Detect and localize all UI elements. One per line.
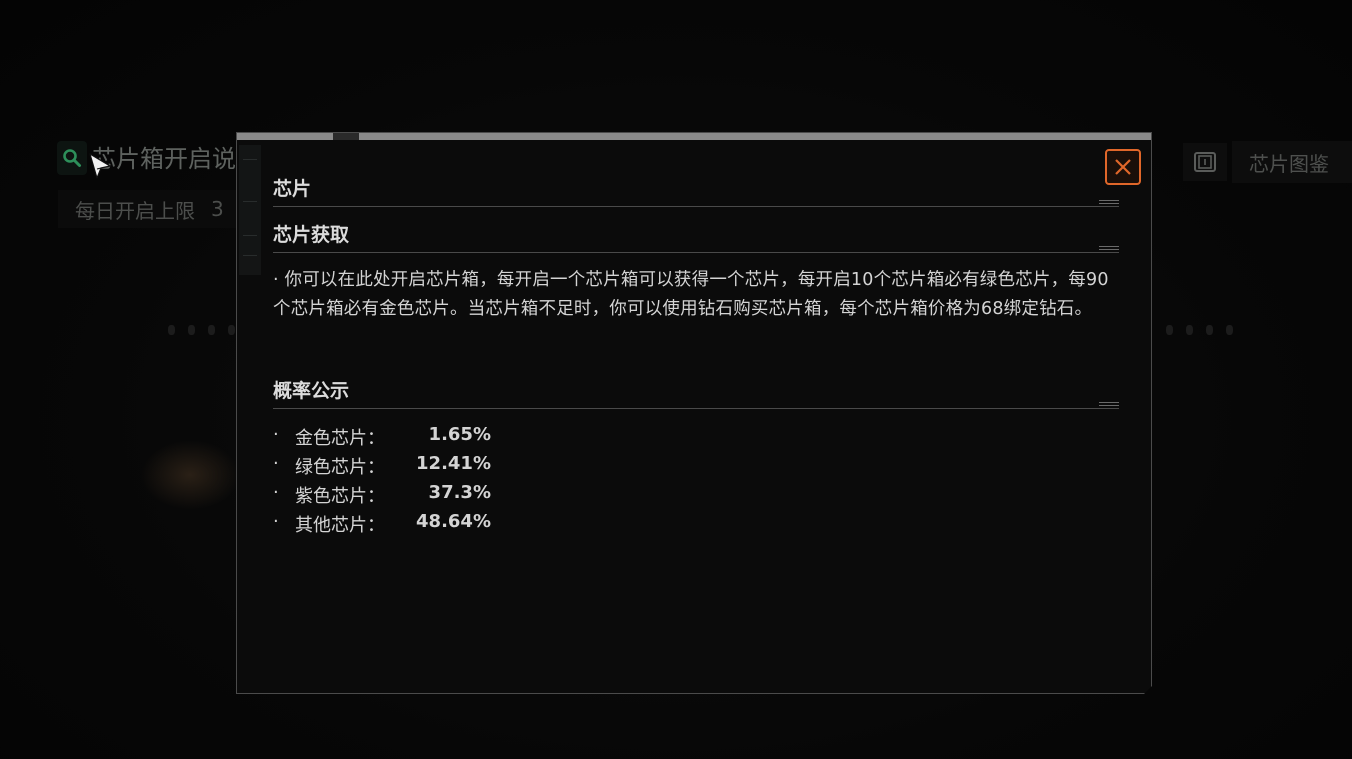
probability-name: 绿色芯片： — [295, 457, 385, 478]
daily-limit-value: 3 — [211, 197, 224, 221]
bullet: · — [273, 424, 279, 445]
codex-icon-button[interactable] — [1183, 143, 1227, 181]
modal-title: 芯片 — [273, 178, 312, 200]
probability-name: 其他芯片： — [295, 515, 385, 536]
header-tag-decoration — [1099, 246, 1119, 254]
list-item: · 绿色芯片： 12.41% — [273, 452, 673, 481]
probability-name: 紫色芯片： — [295, 486, 385, 507]
daily-limit-label: 每日开启上限 — [75, 198, 195, 223]
probability-heading: 概率公示 — [273, 380, 350, 402]
modal-top-bar — [237, 133, 1151, 140]
daily-limit-panel: 每日开启上限 3 — [58, 190, 236, 228]
search-icon — [63, 149, 81, 167]
acquire-description: · 你可以在此处开启芯片箱，每开启一个芯片箱可以获得一个芯片，每开启10个芯片箱… — [273, 270, 1109, 319]
bullet: · — [273, 453, 279, 474]
acquire-heading: 芯片获取 — [273, 224, 350, 246]
probability-value: 12.41% — [416, 453, 491, 474]
divider — [273, 252, 1119, 253]
bullet: · — [273, 482, 279, 503]
bullet: · — [273, 511, 279, 532]
probability-value: 48.64% — [416, 511, 491, 532]
probability-name: 金色芯片： — [295, 428, 385, 449]
modal-title-header: 芯片 — [273, 174, 1119, 201]
header-tag-decoration — [1099, 200, 1119, 208]
modal-top-notch — [333, 133, 359, 140]
header-tag-decoration — [1099, 402, 1119, 410]
probability-value: 1.65% — [428, 424, 491, 445]
background-dots-left — [168, 325, 235, 335]
divider — [273, 408, 1119, 409]
mouse-cursor-icon — [89, 153, 111, 179]
chip-info-modal: 芯片 芯片获取 · 你可以在此处开启芯片箱，每开启一个芯片箱可以获得一个芯片，每… — [236, 132, 1152, 694]
list-item: · 金色芯片： 1.65% — [273, 423, 673, 452]
list-item: · 紫色芯片： 37.3% — [273, 481, 673, 510]
modal-side-decoration — [239, 145, 261, 275]
probability-value: 37.3% — [428, 482, 491, 503]
acquire-section-header: 芯片获取 — [273, 220, 1119, 247]
background-decoration — [140, 440, 240, 510]
divider — [273, 206, 1119, 207]
background-dots-right — [1166, 325, 1233, 335]
list-item: · 其他芯片： 48.64% — [273, 510, 673, 539]
search-button[interactable] — [57, 141, 87, 175]
probability-section-header: 概率公示 — [273, 376, 1119, 403]
codex-button[interactable]: 芯片图鉴 — [1232, 141, 1352, 183]
probability-list: · 金色芯片： 1.65% · 绿色芯片： 12.41% · 紫色芯片： 37.… — [273, 423, 673, 539]
codex-icon — [1194, 152, 1216, 172]
